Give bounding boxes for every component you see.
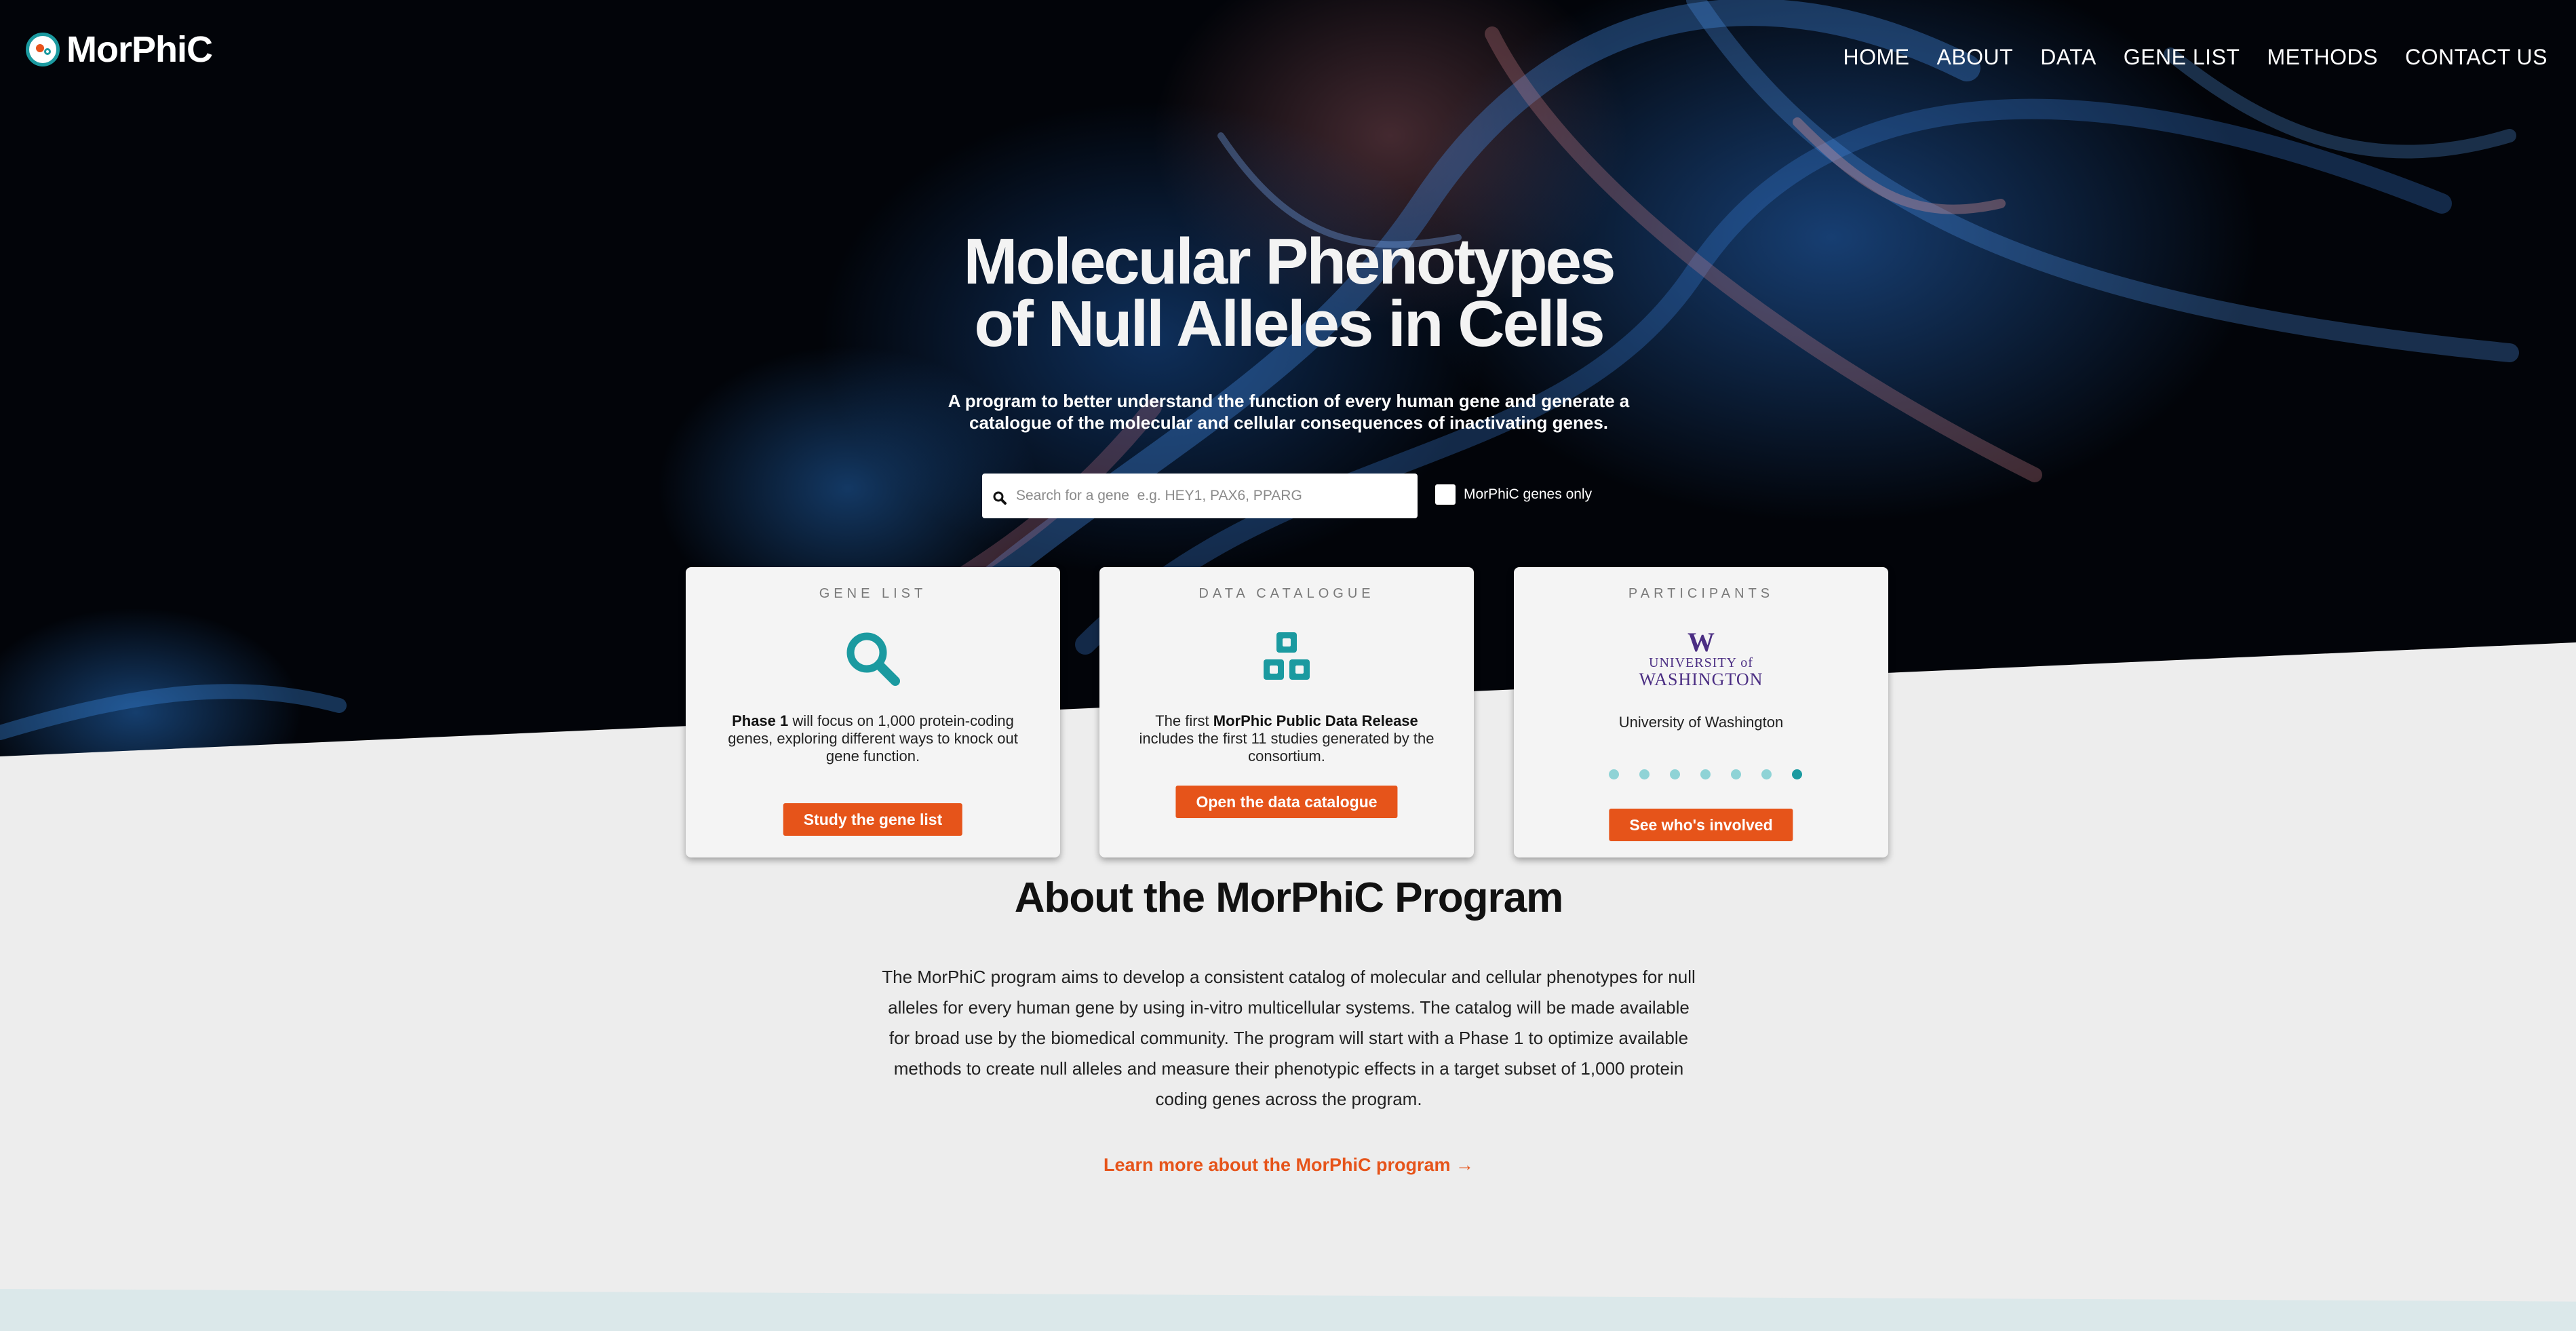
phase1-bold: Phase 1 [732,712,789,729]
catalogue-text-bold: MorPhic Public Data Release [1213,712,1418,729]
university-of-washington-logo: W UNIVERSITY of WASHINGTON [1514,627,1888,689]
search-icon [993,491,1007,505]
uw-logo-line2: WASHINGTON [1639,670,1763,689]
morphic-genes-only-label: MorPhiC genes only [1464,486,1593,502]
open-data-catalogue-button[interactable]: Open the data catalogue [1175,786,1398,818]
carousel-dot[interactable] [1670,769,1680,779]
hero-title-line1: Molecular Phenotypes [963,225,1616,298]
learn-more-link[interactable]: Learn more about the MorPhiC program → [1017,1155,1560,1176]
study-gene-list-button[interactable]: Study the gene list [783,803,963,836]
main-nav: HOME ABOUT DATA GENE LIST METHODS CONTAC… [1843,45,2548,70]
morphic-genes-only-toggle[interactable]: MorPhiC genes only [1435,484,1592,505]
gene-search-input[interactable] [1015,487,1411,505]
hero-title: Molecular Phenotypes of Null Alleles in … [882,229,1696,357]
morphic-logo-icon [26,33,60,66]
carousel-dot[interactable] [1700,769,1711,779]
card-title-participants: PARTICIPANTS [1628,586,1774,601]
nav-home[interactable]: HOME [1843,45,1909,70]
about-body: The MorPhiC program aims to develop a co… [882,967,1696,1109]
participant-caption: University of Washington [1618,714,1784,731]
logo-text: MorPhiC [66,29,213,70]
card-title-data-catalogue: DATA CATALOGUE [1198,586,1375,601]
data-catalogue-description: The first MorPhic Public Data Release in… [1133,712,1440,765]
site-logo[interactable]: MorPhiC [26,28,213,71]
uw-logo-line1: UNIVERSITY of [1649,655,1753,670]
carousel-dots [1609,769,1802,779]
nav-gene-list[interactable]: GENE LIST [2124,45,2240,70]
stacked-boxes-icon [1264,632,1310,680]
card-title-gene-list: GENE LIST [819,586,927,601]
nav-about[interactable]: ABOUT [1936,45,2013,70]
morphic-genes-only-checkbox[interactable] [1435,484,1456,505]
footer-wave [0,1289,2576,1331]
catalogue-text-after: includes the first 11 studies generated … [1139,730,1435,765]
participants-card: PARTICIPANTS W UNIVERSITY of WASHINGTON … [1514,567,1888,857]
hero-subtitle-line2: catalogue of the molecular and cellular … [969,412,1609,433]
gene-list-description: Phase 1 will focus on 1,000 protein-codi… [720,712,1026,765]
see-whos-involved-button[interactable]: See who's involved [1609,809,1793,841]
uw-w-mark: W [1687,627,1715,657]
catalogue-text-before: The first [1155,712,1213,729]
nav-contact-us[interactable]: CONTACT US [2405,45,2548,70]
gene-list-card: GENE LIST Phase 1 will focus on 1,000 pr… [686,567,1060,857]
carousel-dot[interactable] [1731,769,1741,779]
carousel-dot[interactable] [1639,769,1650,779]
hero-title-line2: of Null Alleles in Cells [974,288,1605,360]
gene-search-box[interactable] [982,474,1418,518]
hero-subtitle-line1: A program to better understand the funct… [948,391,1630,411]
nav-methods[interactable]: METHODS [2267,45,2378,70]
magnifier-icon [846,632,900,686]
hero-subtitle: A program to better understand the funct… [936,390,1641,433]
data-catalogue-card: DATA CATALOGUE The first MorPhic Public … [1099,567,1474,857]
nav-data[interactable]: DATA [2040,45,2096,70]
carousel-dot[interactable] [1609,769,1619,779]
about-title: About the MorPhiC Program [1014,874,1564,921]
carousel-dot[interactable] [1792,769,1802,779]
carousel-dot[interactable] [1761,769,1772,779]
